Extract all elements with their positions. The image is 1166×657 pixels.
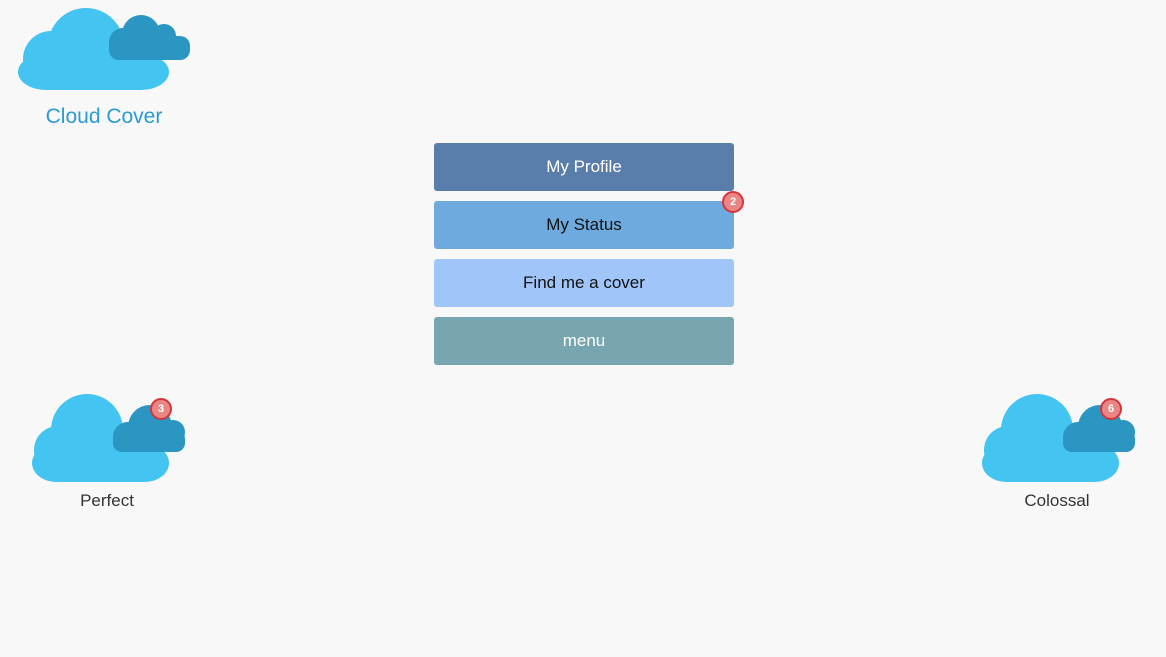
my-status-label: My Status <box>546 215 622 234</box>
cloud-perfect[interactable]: 3 Perfect <box>30 392 190 522</box>
cloud-label: Colossal <box>1024 491 1090 510</box>
my-profile-button[interactable]: My Profile <box>434 143 734 191</box>
my-profile-label: My Profile <box>546 157 622 176</box>
notification-badge: 6 <box>1100 398 1122 420</box>
menu-button[interactable]: menu <box>434 317 734 365</box>
notification-badge: 3 <box>150 398 172 420</box>
notification-badge: 2 <box>722 191 744 213</box>
app-logo: Cloud Cover <box>16 4 192 132</box>
cloud-colossal[interactable]: 6 Colossal <box>980 392 1140 522</box>
app-title: Cloud Cover <box>45 105 163 128</box>
find-cover-button[interactable]: Find me a cover <box>434 259 734 307</box>
find-cover-label: Find me a cover <box>523 273 645 292</box>
cloud-logo-icon <box>18 8 190 90</box>
my-status-button[interactable]: My Status 2 <box>434 191 744 249</box>
cloud-label: Perfect <box>80 491 134 510</box>
menu-label: menu <box>562 331 606 350</box>
main-menu: My Profile My Status 2 Find me a cover m… <box>434 143 744 375</box>
